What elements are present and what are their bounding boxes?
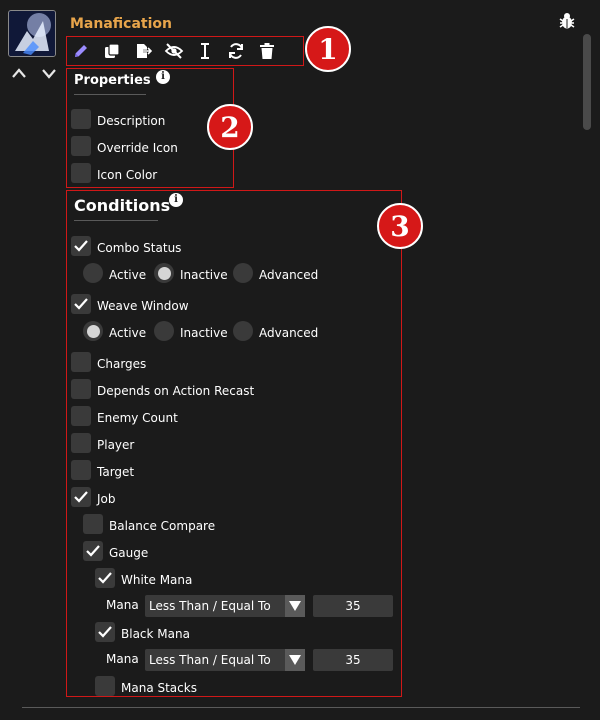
black-mana-checkbox[interactable] bbox=[95, 622, 115, 642]
conditions-info-icon[interactable]: i bbox=[169, 193, 183, 207]
mana-stacks-checkbox[interactable] bbox=[95, 676, 115, 696]
badge-3: 3 bbox=[377, 203, 423, 249]
black-mana-operator-select[interactable]: Less Than / Equal To bbox=[145, 649, 305, 671]
trash-icon[interactable] bbox=[256, 40, 278, 62]
hide-icon[interactable] bbox=[163, 40, 185, 62]
conditions-underline bbox=[74, 220, 158, 221]
black-mana-label: Black Mana bbox=[121, 627, 190, 641]
badge-2: 2 bbox=[207, 104, 253, 150]
combo-status-active-radio[interactable] bbox=[83, 263, 103, 283]
bug-icon[interactable] bbox=[557, 11, 577, 31]
job-label: Job bbox=[97, 492, 116, 506]
weave-window-inactive-label: Inactive bbox=[180, 326, 228, 340]
export-icon[interactable] bbox=[132, 40, 154, 62]
weave-window-checkbox[interactable] bbox=[71, 294, 91, 314]
player-checkbox[interactable] bbox=[71, 433, 91, 453]
mana-stacks-label: Mana Stacks bbox=[121, 681, 197, 695]
weave-window-advanced-radio[interactable] bbox=[233, 321, 253, 341]
checkmark-icon bbox=[98, 572, 112, 584]
weave-window-active-radio[interactable] bbox=[83, 321, 103, 341]
weave-window-active-label: Active bbox=[109, 326, 147, 340]
weave-window-inactive-radio[interactable] bbox=[154, 321, 174, 341]
combo-status-advanced-radio[interactable] bbox=[233, 263, 253, 283]
text-cursor-icon[interactable] bbox=[194, 40, 216, 62]
icon-color-checkbox[interactable] bbox=[71, 163, 91, 183]
checkmark-icon bbox=[74, 298, 88, 310]
black-mana-field-label: Mana bbox=[106, 652, 139, 666]
properties-info-icon[interactable]: i bbox=[156, 70, 170, 84]
enemy-count-label: Enemy Count bbox=[97, 411, 178, 425]
chevron-down-icon[interactable] bbox=[285, 595, 305, 617]
gauge-label: Gauge bbox=[109, 546, 149, 560]
enemy-count-checkbox[interactable] bbox=[71, 406, 91, 426]
move-up-icon[interactable] bbox=[11, 66, 27, 80]
depends-on-action-recast-label: Depends on Action Recast bbox=[97, 384, 255, 398]
balance-compare-checkbox[interactable] bbox=[83, 514, 103, 534]
player-label: Player bbox=[97, 438, 135, 452]
white-mana-field-label: Mana bbox=[106, 598, 139, 612]
refresh-icon[interactable] bbox=[225, 40, 247, 62]
combo-status-advanced-label: Advanced bbox=[259, 268, 319, 282]
checkmark-icon bbox=[98, 626, 112, 638]
charges-label: Charges bbox=[97, 357, 147, 371]
description-checkbox[interactable] bbox=[71, 109, 91, 129]
checkmark-icon bbox=[74, 491, 88, 503]
combo-status-inactive-label: Inactive bbox=[180, 268, 228, 282]
override-icon-checkbox[interactable] bbox=[71, 136, 91, 156]
properties-underline bbox=[74, 94, 146, 95]
white-mana-operator-value: Less Than / Equal To bbox=[149, 599, 271, 613]
bottom-divider bbox=[22, 707, 580, 708]
target-checkbox[interactable] bbox=[71, 460, 91, 480]
chevron-down-icon[interactable] bbox=[285, 649, 305, 671]
checkmark-icon bbox=[86, 545, 100, 557]
job-checkbox[interactable] bbox=[71, 487, 91, 507]
target-label: Target bbox=[97, 465, 135, 479]
checkmark-icon bbox=[74, 240, 88, 252]
icon-color-label: Icon Color bbox=[97, 168, 158, 182]
gauge-checkbox[interactable] bbox=[83, 541, 103, 561]
white-mana-value-input[interactable]: 35 bbox=[313, 595, 393, 617]
white-mana-operator-select[interactable]: Less Than / Equal To bbox=[145, 595, 305, 617]
properties-title: Properties bbox=[74, 73, 151, 88]
action-title: Manafication bbox=[70, 16, 172, 32]
conditions-title: Conditions bbox=[74, 196, 171, 215]
charges-checkbox[interactable] bbox=[71, 352, 91, 372]
vertical-scrollbar[interactable] bbox=[583, 34, 591, 130]
description-label: Description bbox=[97, 114, 166, 128]
depends-on-action-recast-checkbox[interactable] bbox=[71, 379, 91, 399]
balance-compare-label: Balance Compare bbox=[109, 519, 216, 533]
black-mana-operator-value: Less Than / Equal To bbox=[149, 653, 271, 667]
override-icon-label: Override Icon bbox=[97, 141, 178, 155]
white-mana-label: White Mana bbox=[121, 573, 193, 587]
black-mana-value-input[interactable]: 35 bbox=[313, 649, 393, 671]
weave-window-advanced-label: Advanced bbox=[259, 326, 319, 340]
pencil-icon[interactable] bbox=[70, 40, 92, 62]
action-icon[interactable] bbox=[8, 10, 56, 57]
move-down-icon[interactable] bbox=[41, 66, 57, 80]
combo-status-label: Combo Status bbox=[97, 241, 182, 255]
combo-status-active-label: Active bbox=[109, 268, 147, 282]
toolbar bbox=[70, 38, 278, 64]
copy-icon[interactable] bbox=[101, 40, 123, 62]
white-mana-checkbox[interactable] bbox=[95, 568, 115, 588]
combo-status-checkbox[interactable] bbox=[71, 236, 91, 256]
badge-1: 1 bbox=[305, 26, 351, 72]
weave-window-label: Weave Window bbox=[97, 299, 189, 313]
combo-status-inactive-radio[interactable] bbox=[154, 263, 174, 283]
